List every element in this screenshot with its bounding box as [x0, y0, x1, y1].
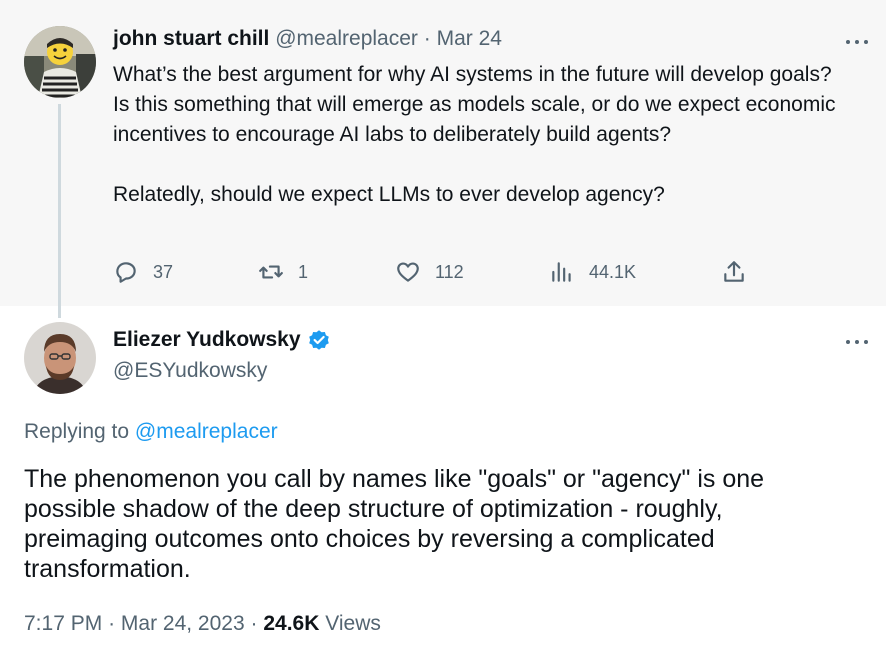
like-icon	[397, 262, 419, 282]
avatar-image	[24, 26, 96, 98]
tweet-text: The phenomenon you call by names like "g…	[24, 465, 765, 583]
like-count: 112	[435, 261, 464, 282]
author-handle[interactable]: @ESYudkowsky	[113, 359, 267, 383]
views-button[interactable]: 44.1K	[549, 257, 636, 287]
share-button[interactable]	[721, 257, 747, 287]
thread-line	[58, 104, 61, 318]
tweet-time[interactable]: 7:17 PM	[24, 612, 102, 635]
more-icon[interactable]	[846, 30, 868, 54]
tweet-paragraph: What’s the best argument for why AI syst…	[113, 63, 836, 146]
replying-to: Replying to @mealreplacer	[24, 420, 278, 444]
verified-badge-icon	[307, 328, 331, 352]
tweet-timestamp: 7:17 PM · Mar 24, 2023 · 24.6K Views	[24, 612, 381, 636]
separator: ·	[108, 612, 116, 635]
separator: ·	[250, 612, 258, 635]
parent-tweet-header: john stuart chill @mealreplacer · Mar 24	[113, 27, 502, 51]
retweet-count: 1	[298, 261, 309, 282]
author-name[interactable]: john stuart chill	[113, 27, 269, 50]
avatar-image	[24, 322, 96, 394]
author-name[interactable]: Eliezer Yudkowsky	[113, 328, 301, 352]
tweet-date[interactable]: Mar 24, 2023	[121, 612, 245, 635]
action-bar: 37 1 112 44.1K	[113, 257, 763, 287]
avatar[interactable]	[24, 26, 96, 98]
retweet-icon	[259, 265, 283, 279]
tweet-date[interactable]: Mar 24	[437, 27, 502, 50]
share-icon	[724, 261, 744, 282]
replying-prefix: Replying to	[24, 420, 130, 443]
views-icon	[552, 262, 571, 282]
separator: ·	[423, 27, 431, 50]
tweet-text: What’s the best argument for why AI syst…	[113, 60, 853, 210]
views-label: Views	[325, 612, 381, 635]
author-handle[interactable]: @mealreplacer	[275, 27, 418, 50]
views-count: 24.6K	[263, 612, 320, 635]
reply-icon	[116, 262, 136, 283]
reply-button[interactable]: 37	[113, 257, 173, 287]
views-count: 44.1K	[589, 261, 637, 282]
reply-count: 37	[153, 261, 174, 282]
like-button[interactable]: 112	[395, 257, 464, 287]
avatar[interactable]	[24, 322, 96, 394]
tweet-paragraph: Relatedly, should we expect LLMs to ever…	[113, 183, 665, 206]
retweet-button[interactable]: 1	[258, 257, 308, 287]
more-icon[interactable]	[846, 330, 868, 354]
parent-tweet[interactable]: john stuart chill @mealreplacer · Mar 24…	[0, 0, 886, 318]
author-name-row: Eliezer Yudkowsky	[113, 328, 331, 352]
mention-link[interactable]: @mealreplacer	[135, 420, 278, 443]
